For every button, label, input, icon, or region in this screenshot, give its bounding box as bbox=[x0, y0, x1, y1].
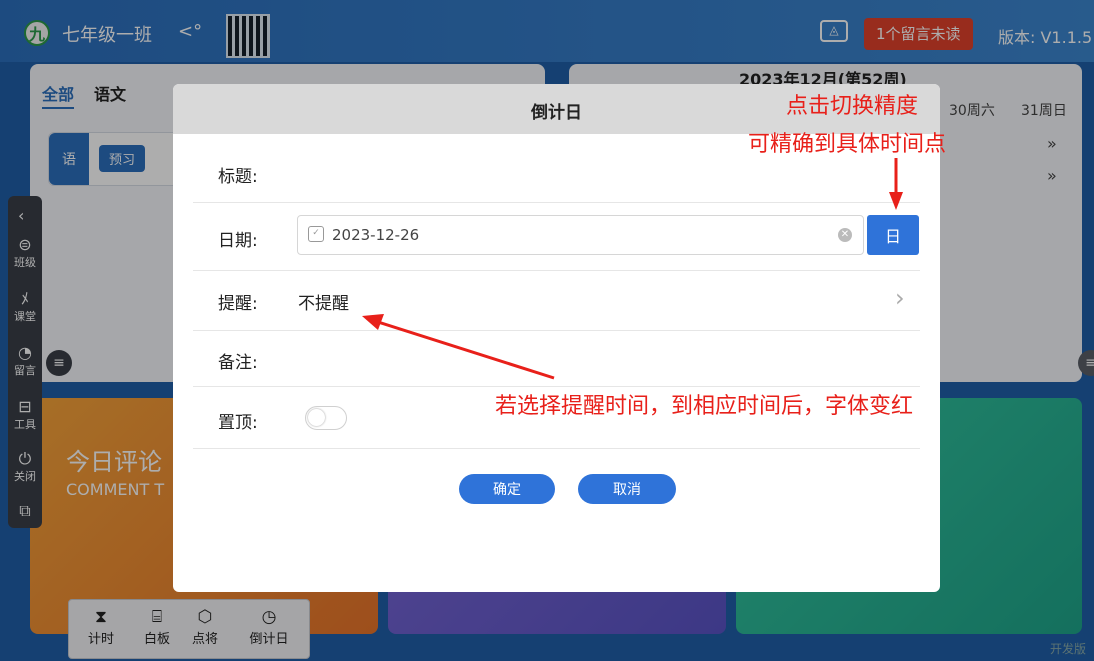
note-label: 备注: bbox=[218, 353, 258, 373]
reminder-value[interactable]: 不提醒 bbox=[298, 289, 349, 314]
clear-icon[interactable]: ✕ bbox=[838, 228, 852, 242]
date-value: 2023-12-26 bbox=[332, 226, 420, 244]
calendar-icon: ✓ bbox=[308, 226, 324, 242]
cancel-button[interactable]: 取消 bbox=[578, 474, 676, 504]
note-row: 备注: bbox=[193, 330, 920, 387]
toggle-knob bbox=[308, 409, 325, 426]
date-picker-input[interactable]: ✓ 2023-12-26 ✕ bbox=[297, 215, 864, 255]
date-label: 日期: bbox=[218, 231, 258, 251]
precision-toggle-button[interactable]: 日 bbox=[867, 215, 919, 255]
pin-label: 置顶: bbox=[218, 413, 258, 433]
annotation-precision-line2: 可精确到具体时间点 bbox=[748, 132, 947, 157]
annotation-precision-line1: 点击切换精度 bbox=[786, 94, 919, 119]
chevron-right-icon[interactable]: › bbox=[895, 284, 905, 312]
countdown-dialog: 倒计日 标题: 日期: ✓ 2023-12-26 ✕ 日 提醒: 不提醒 › 备… bbox=[173, 84, 940, 592]
pin-toggle[interactable] bbox=[305, 406, 347, 430]
annotation-reminder-note: 若选择提醒时间，到相应时间后，字体变红 bbox=[495, 394, 914, 419]
title-label: 标题: bbox=[218, 167, 258, 187]
reminder-label: 提醒: bbox=[218, 294, 258, 314]
confirm-button[interactable]: 确定 bbox=[459, 474, 555, 504]
